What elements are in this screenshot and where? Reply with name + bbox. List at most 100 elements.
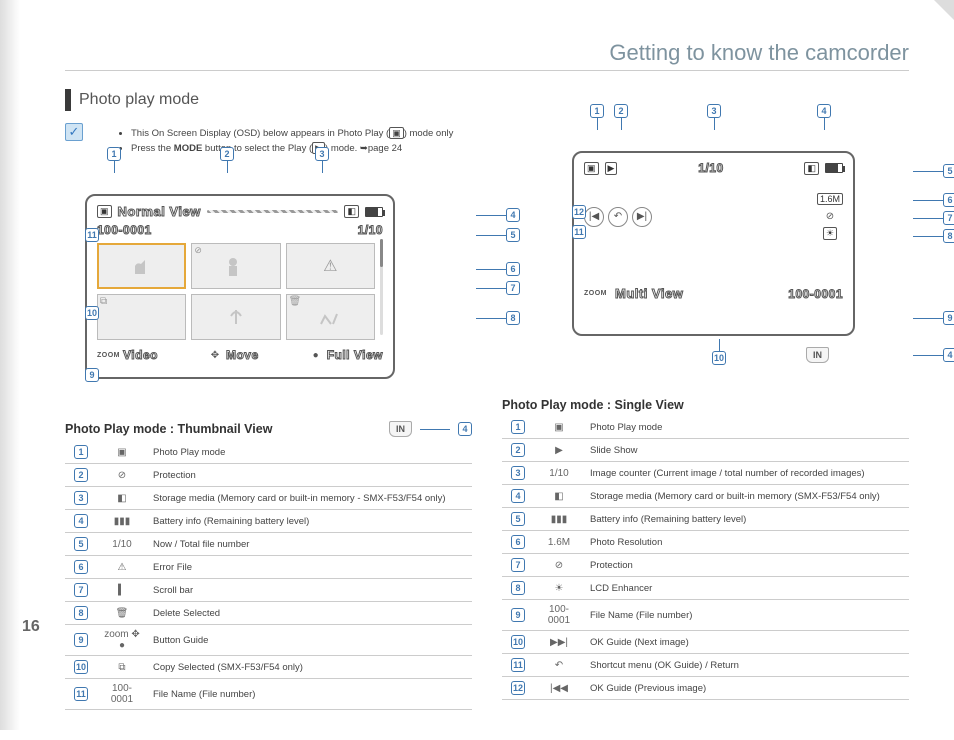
single-view-title: Photo Play mode : Single View: [502, 398, 684, 412]
thumb-view-title: Photo Play mode : Thumbnail View: [65, 422, 272, 436]
counter-icon: 1/10: [112, 539, 131, 550]
legend-desc: OK Guide (Next image): [584, 631, 909, 654]
thumb-6: 🗑: [286, 294, 375, 340]
next-icon: ▶▶|: [550, 637, 568, 648]
single-legend-table: 1▣Photo Play mode2▶Slide Show31/10Image …: [502, 416, 909, 700]
legend-desc: Scroll bar: [147, 579, 472, 602]
battery-icon: ▮▮▮: [114, 516, 131, 527]
legend-desc: Photo Resolution: [584, 531, 909, 554]
counter-icon: 1/10: [549, 468, 568, 479]
mode-icon: ▣: [584, 162, 599, 175]
return-icon: ↶: [555, 660, 563, 671]
osd-single: ▣ ▶ 1/10 ◧ |◀ ↶ ▶|: [572, 151, 855, 336]
legend-num: 5: [74, 537, 88, 551]
thumb-2: ⊘: [191, 243, 280, 289]
check-icon: ✓: [65, 123, 83, 141]
right-column: 1 2 3 4 ▣ ▶ 1/10 ◧: [502, 123, 909, 710]
img-counter: 1/10: [698, 161, 723, 175]
error-icon: ⚠: [118, 562, 127, 573]
mode-icon: ▣: [97, 205, 112, 218]
protection-icon: ⊘: [555, 560, 563, 571]
left-column: ✓ This On Screen Display (OSD) below app…: [65, 123, 472, 710]
file-label: 100-0001: [97, 223, 152, 237]
scroll-bar: [380, 239, 383, 335]
next-icon: ▶|: [632, 207, 652, 227]
legend-desc: LCD Enhancer: [584, 577, 909, 600]
delete-icon: 🗑: [116, 608, 129, 619]
legend-num: 6: [511, 535, 525, 549]
legend-num: 3: [74, 491, 88, 505]
view-title: Normal View: [118, 204, 201, 219]
legend-desc: Delete Selected: [147, 602, 472, 625]
scrollbar-icon: ▍: [118, 585, 126, 596]
photo-play-icon: ▣: [554, 422, 563, 433]
file-label: 100-0001: [788, 287, 843, 301]
legend-num: 11: [74, 687, 88, 701]
storage-chip-icon: ◧: [804, 162, 819, 175]
legend-num: 11: [511, 658, 525, 672]
thumb-3: ⚠: [286, 243, 375, 289]
legend-num: 6: [74, 560, 88, 574]
legend-desc: Battery info (Remaining battery level): [147, 510, 472, 533]
legend-desc: Protection: [147, 464, 472, 487]
legend-desc: Shortcut menu (OK Guide) / Return: [584, 654, 909, 677]
legend-num: 12: [511, 681, 525, 695]
legend-desc: Photo Play mode: [147, 441, 472, 464]
battery-icon: ▮▮▮: [551, 514, 568, 525]
legend-desc: Battery info (Remaining battery level): [584, 508, 909, 531]
c-3: 3: [315, 147, 329, 161]
photo-play-icon: ▣: [117, 447, 126, 458]
legend-desc: Photo Play mode: [584, 416, 909, 439]
legend-desc: File Name (File number): [147, 679, 472, 710]
legend-num: 10: [74, 660, 88, 674]
resolution-icon: 1.6M: [548, 537, 570, 548]
copy-icon: ⧉: [118, 662, 125, 673]
filename-icon: 100-0001: [111, 683, 133, 705]
legend-desc: Now / Total file number: [147, 533, 472, 556]
thumb-5: [191, 294, 280, 340]
thumb-4: ⧉: [97, 294, 186, 340]
legend-num: 10: [511, 635, 525, 649]
legend-num: 1: [74, 445, 88, 459]
legend-num: 9: [511, 608, 525, 622]
legend-num: 8: [74, 606, 88, 620]
c-2: 2: [220, 147, 234, 161]
return-icon: ↶: [608, 207, 628, 227]
legend-desc: Storage media (Memory card or built-in m…: [147, 487, 472, 510]
multi-view-label: Multi View: [615, 286, 683, 301]
legend-desc: Copy Selected (SMX-F53/F54 only): [147, 656, 472, 679]
legend-num: 3: [511, 466, 525, 480]
legend-num: 7: [74, 583, 88, 597]
counter-label: 1/10: [358, 223, 383, 237]
prev-icon: |◀◀: [550, 683, 568, 694]
legend-num: 9: [74, 633, 88, 647]
legend-num: 2: [511, 443, 525, 457]
slide-icon: ▶: [605, 162, 618, 175]
protection-icon: ⊘: [822, 210, 838, 222]
c-1: 1: [107, 147, 121, 161]
button-guide-icon: zoom ✥ ●: [104, 629, 140, 651]
storage-chip-icon: ◧: [344, 205, 359, 218]
storage-icon: ◧: [117, 493, 126, 504]
osd-thumbnail: ▣ Normal View ◧ 100-0001 1/10: [85, 194, 395, 379]
photo-play-glyph: ▣: [389, 127, 404, 139]
thumb-legend-table: 1 ▣ Photo Play mode 2 ⊘ Protection 3 ◧ Storage m…: [65, 441, 472, 710]
legend-desc: Slide Show: [584, 439, 909, 462]
legend-desc: OK Guide (Previous image): [584, 677, 909, 700]
thumb-1: [97, 243, 186, 289]
legend-num: 8: [511, 581, 525, 595]
protection-icon: ⊘: [118, 470, 126, 481]
legend-desc: Button Guide: [147, 625, 472, 656]
slideshow-icon: ▶: [555, 445, 563, 456]
prev-icon: |◀: [584, 207, 604, 227]
legend-desc: Error File: [147, 556, 472, 579]
legend-num: 2: [74, 468, 88, 482]
storage-badge: IN: [389, 421, 412, 437]
legend-num: 7: [511, 558, 525, 572]
legend-num: 4: [511, 489, 525, 503]
legend-desc: Protection: [584, 554, 909, 577]
battery-icon: [365, 207, 383, 217]
legend-desc: Image counter (Current image / total num…: [584, 462, 909, 485]
section-title: Photo play mode: [65, 89, 909, 111]
legend-desc: File Name (File number): [584, 600, 909, 631]
